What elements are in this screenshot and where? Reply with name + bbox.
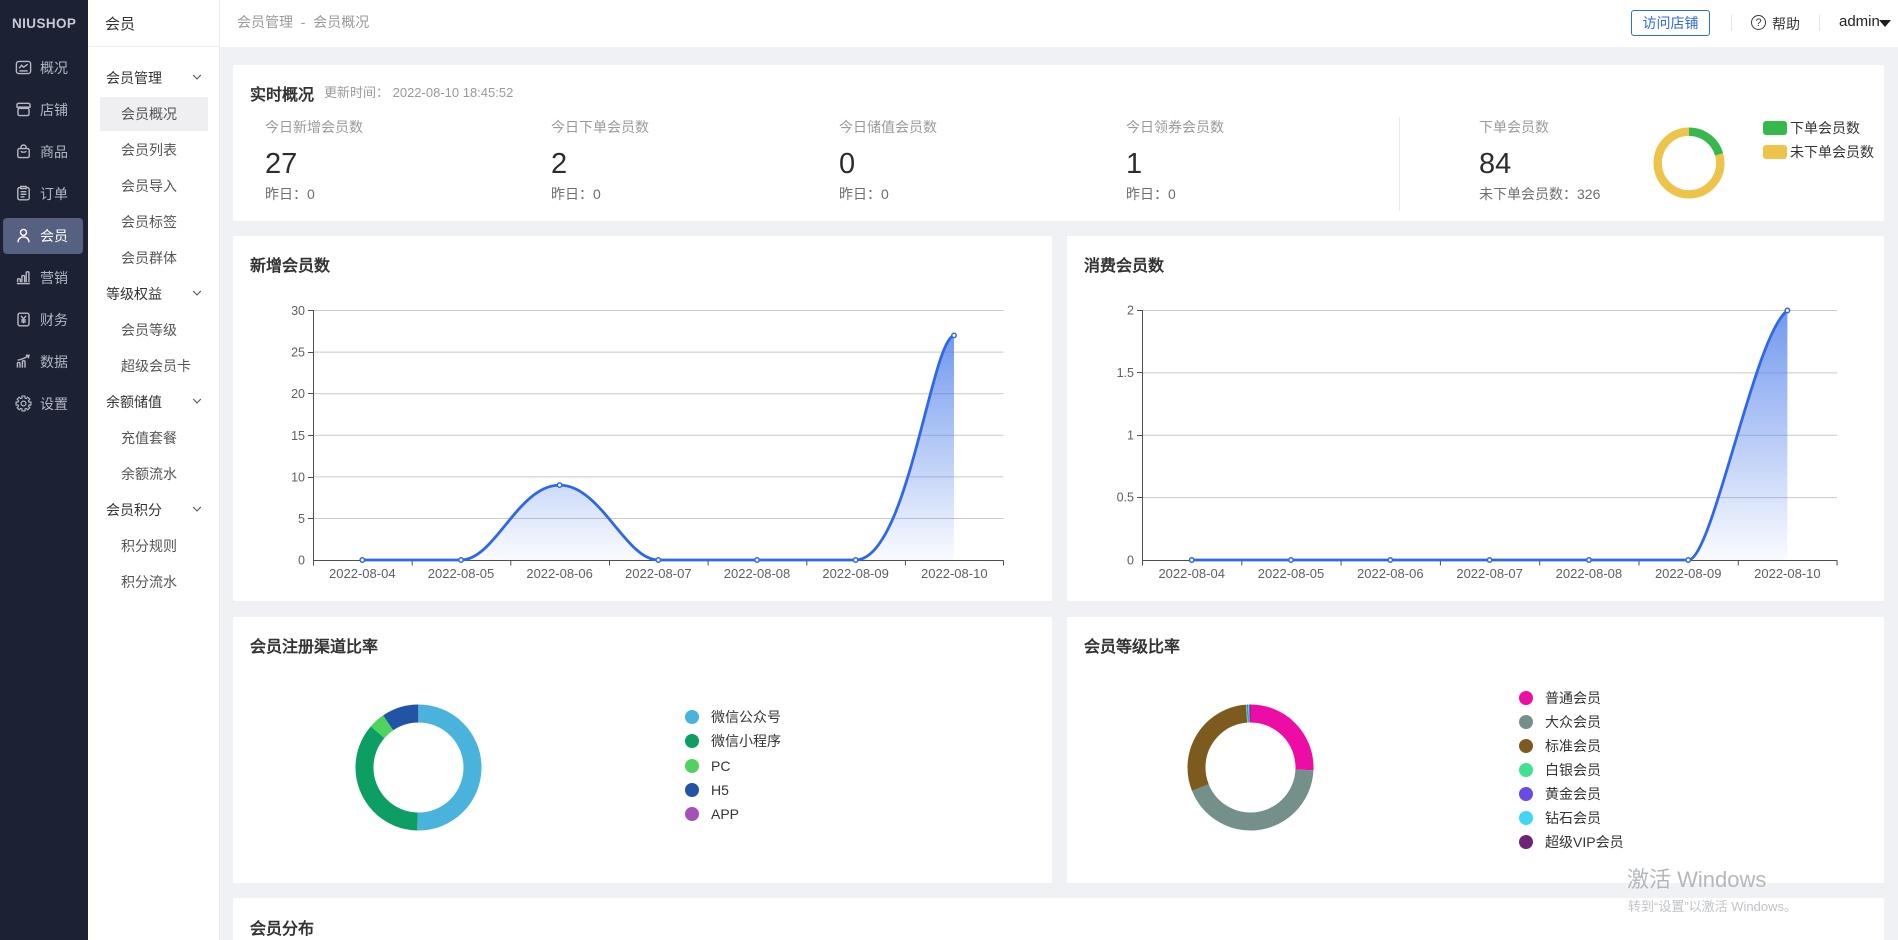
svg-text:1: 1 [1127,428,1134,442]
svg-text:2022-08-08: 2022-08-08 [1556,566,1623,581]
svg-text:2022-08-10: 2022-08-10 [921,566,988,581]
svg-text:0: 0 [298,554,305,568]
svg-text:2022-08-09: 2022-08-09 [822,566,889,581]
svg-text:2022-08-09: 2022-08-09 [1655,566,1722,581]
svg-text:2022-08-05: 2022-08-05 [428,566,495,581]
svg-text:0.5: 0.5 [1117,491,1134,505]
svg-text:2022-08-07: 2022-08-07 [1456,566,1523,581]
svg-text:2022-08-10: 2022-08-10 [1754,566,1821,581]
svg-text:30: 30 [291,304,305,318]
svg-text:2022-08-04: 2022-08-04 [1158,566,1225,581]
svg-text:2022-08-06: 2022-08-06 [1357,566,1424,581]
svg-text:2022-08-06: 2022-08-06 [526,566,593,581]
svg-text:1.5: 1.5 [1117,366,1134,380]
svg-text:2022-08-08: 2022-08-08 [724,566,791,581]
svg-text:2: 2 [1127,304,1134,318]
svg-text:5: 5 [298,512,305,526]
svg-text:15: 15 [291,429,305,443]
svg-text:2022-08-07: 2022-08-07 [625,566,692,581]
svg-text:25: 25 [291,346,305,360]
svg-text:2022-08-05: 2022-08-05 [1258,566,1325,581]
svg-text:0: 0 [1127,554,1134,568]
svg-text:10: 10 [291,470,305,484]
svg-text:2022-08-04: 2022-08-04 [329,566,396,581]
svg-text:20: 20 [291,387,305,401]
